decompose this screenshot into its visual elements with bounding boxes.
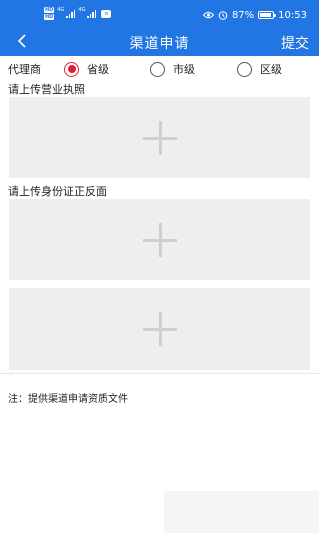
plus-icon [142, 312, 177, 346]
bottom-shade [164, 491, 319, 533]
radio-label-city: 市级 [173, 63, 195, 76]
id-card-label: 请上传身份证正反面 [8, 185, 107, 198]
radio-unchecked-icon [150, 61, 165, 77]
radio-option-district[interactable]: 区级 [237, 61, 282, 77]
battery-percent: 87% [231, 9, 255, 21]
radio-option-city[interactable]: 市级 [150, 61, 195, 77]
radio-checked-icon [64, 61, 79, 77]
id-card-front-upload[interactable] [9, 199, 310, 280]
alarm-icon [218, 11, 228, 20]
wifi-icon: ≋ [101, 10, 112, 18]
navigation-bar: 渠道申请 提交 [0, 28, 319, 56]
network-label-1: 4G [57, 7, 65, 13]
page-title: 渠道申请 [129, 36, 190, 52]
signal-icon [87, 10, 97, 18]
plus-icon [142, 120, 177, 155]
radio-unchecked-icon [237, 61, 252, 77]
hd-indicator: HD HD [44, 7, 55, 21]
radio-label-province: 省级 [87, 63, 109, 76]
eye-icon [202, 11, 214, 19]
status-bar: HD HD 4G 4G ≋ 87% 10:53 [0, 0, 319, 28]
agent-label: 代理商 [8, 63, 41, 76]
submit-button[interactable]: 提交 [281, 33, 309, 53]
note-text: 注：提供渠道申请资质文件 [8, 394, 128, 405]
status-bar-left: HD HD 4G 4G ≋ [44, 6, 112, 22]
hd-label-1: HD [44, 7, 55, 13]
agent-level-selector: 代理商 省级 市级 区级 [8, 60, 313, 78]
divider [0, 373, 319, 374]
signal-icon [66, 10, 76, 18]
id-card-back-upload[interactable] [9, 288, 310, 370]
battery-fill [260, 13, 271, 17]
battery-icon [258, 11, 277, 19]
business-license-upload[interactable] [9, 97, 310, 178]
status-time: 10:53 [278, 9, 307, 21]
business-license-label: 请上传营业执照 [8, 83, 85, 96]
app-header: HD HD 4G 4G ≋ 87% 10:53 渠道申请 提交 [0, 0, 319, 56]
status-bar-right: 87% 10:53 [202, 8, 307, 22]
radio-option-province[interactable]: 省级 [64, 61, 109, 77]
radio-label-district: 区级 [260, 63, 282, 76]
hd-label-2: HD [44, 14, 55, 20]
network-label-2: 4G [78, 7, 86, 13]
plus-icon [142, 222, 177, 257]
